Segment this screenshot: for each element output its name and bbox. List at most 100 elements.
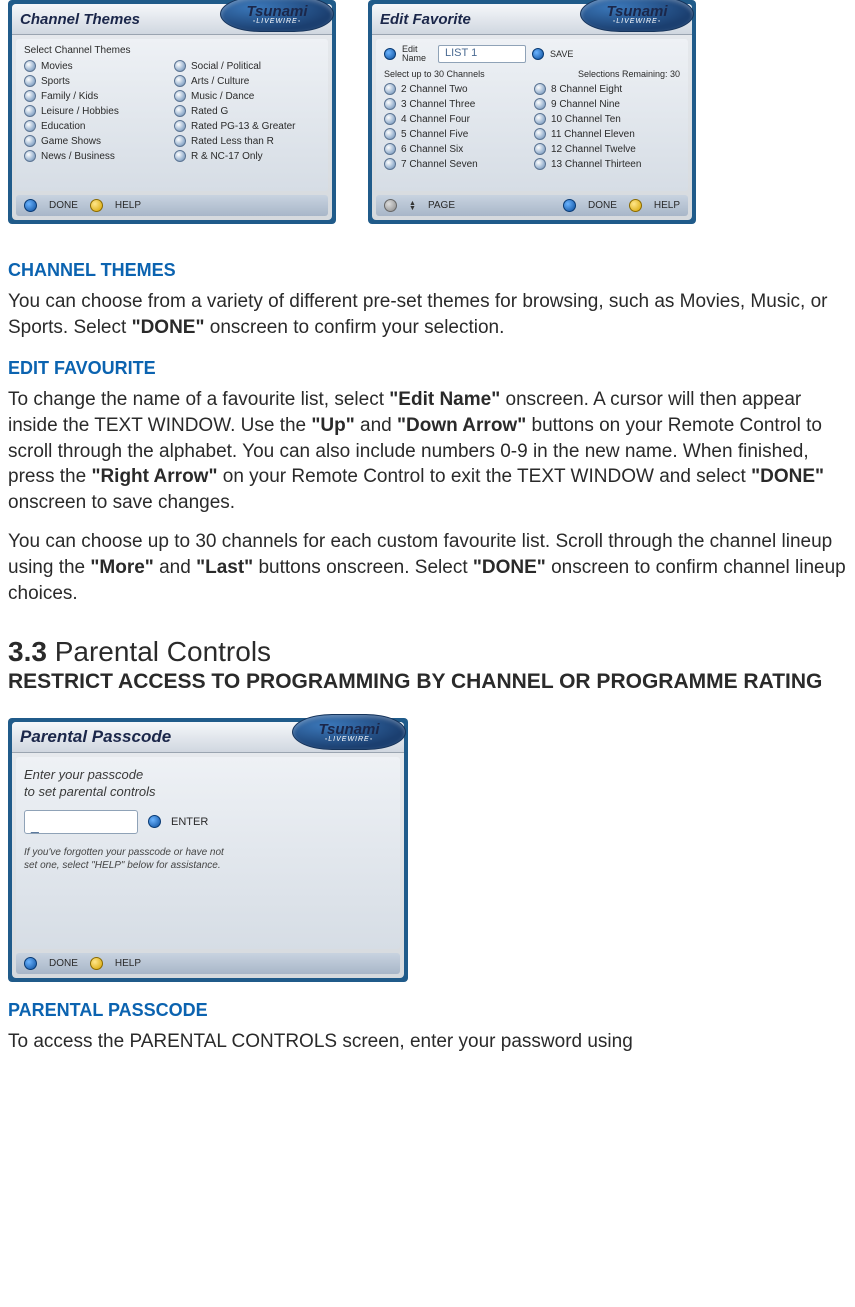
theme-option[interactable]: R & NC-17 Only — [174, 150, 320, 162]
done-button[interactable]: DONE — [49, 200, 78, 211]
radio-icon — [174, 60, 186, 72]
selections-remaining: Selections Remaining: 30 — [578, 69, 680, 79]
panel-footer: ▲▼ PAGE DONE HELP — [376, 195, 688, 216]
brand-logo: Tsunami ◦LIVEWIRE◦ — [292, 714, 406, 750]
enter-icon — [148, 815, 161, 828]
done-icon — [24, 199, 37, 212]
radio-icon — [24, 75, 36, 87]
select-instruction: Select up to 30 Channels — [384, 69, 485, 79]
heading-parental-passcode: PARENTAL PASSCODE — [8, 1000, 847, 1021]
done-icon — [24, 957, 37, 970]
theme-option[interactable]: Sports — [24, 75, 170, 87]
help-button[interactable]: HELP — [654, 200, 680, 211]
panel-title-bar: Parental Passcode Tsunami ◦LIVEWIRE◦ — [12, 722, 404, 753]
channel-option[interactable]: 3 Channel Three — [384, 98, 530, 110]
forgot-note: If you've forgotten your passcode or hav… — [24, 846, 392, 872]
radio-icon — [174, 105, 186, 117]
radio-icon — [24, 90, 36, 102]
theme-option[interactable]: Education — [24, 120, 170, 132]
panel-footer: DONE HELP — [16, 953, 400, 974]
radio-icon — [24, 60, 36, 72]
parental-passcode-panel: Parental Passcode Tsunami ◦LIVEWIRE◦ Ent… — [8, 718, 408, 982]
radio-icon — [174, 75, 186, 87]
channel-option[interactable]: 13 Channel Thirteen — [534, 158, 680, 170]
radio-icon — [384, 128, 396, 140]
radio-icon — [384, 113, 396, 125]
panel-title: Parental Passcode — [20, 727, 171, 747]
page-button[interactable]: PAGE — [428, 200, 455, 211]
edit-favorite-panel: Edit Favorite Tsunami ◦LIVEWIRE◦ Edit Na… — [368, 0, 696, 224]
panel-row: Channel Themes Tsunami ◦LIVEWIRE◦ Select… — [8, 0, 847, 224]
theme-option[interactable]: Social / Political — [174, 60, 320, 72]
help-icon — [90, 957, 103, 970]
channel-option[interactable]: 6 Channel Six — [384, 143, 530, 155]
radio-icon — [24, 120, 36, 132]
paragraph: You can choose from a variety of differe… — [8, 289, 847, 340]
radio-icon — [384, 143, 396, 155]
radio-icon — [534, 143, 546, 155]
panel-content: Edit Name LIST 1 SAVE Select up to 30 Ch… — [376, 39, 688, 191]
done-button[interactable]: DONE — [49, 958, 78, 969]
enter-button[interactable]: ENTER — [171, 816, 208, 828]
theme-option[interactable]: Movies — [24, 60, 170, 72]
section-heading: 3.3 Parental Controls — [8, 636, 847, 668]
channel-option[interactable]: 7 Channel Seven — [384, 158, 530, 170]
theme-option[interactable]: Music / Dance — [174, 90, 320, 102]
edit-name-label[interactable]: Edit Name — [402, 45, 432, 63]
panel-content: Enter your passcode to set parental cont… — [16, 757, 400, 949]
channel-option[interactable]: 9 Channel Nine — [534, 98, 680, 110]
channel-option[interactable]: 10 Channel Ten — [534, 113, 680, 125]
theme-option[interactable]: Rated G — [174, 105, 320, 117]
heading-channel-themes: CHANNEL THEMES — [8, 260, 847, 281]
heading-edit-favourite: EDIT FAVOURITE — [8, 358, 847, 379]
theme-option[interactable]: Leisure / Hobbies — [24, 105, 170, 117]
brand-logo: Tsunami ◦LIVEWIRE◦ — [580, 0, 694, 32]
panel-title: Edit Favorite — [380, 11, 471, 28]
section-label: Select Channel Themes — [24, 45, 320, 56]
radio-icon — [174, 120, 186, 132]
panel-title-bar: Channel Themes Tsunami ◦LIVEWIRE◦ — [12, 4, 332, 35]
help-button[interactable]: HELP — [115, 958, 141, 969]
channel-option[interactable]: 2 Channel Two — [384, 83, 530, 95]
paragraph: To access the PARENTAL CONTROLS screen, … — [8, 1029, 847, 1055]
list-name-input[interactable]: LIST 1 — [438, 45, 526, 63]
channel-option[interactable]: 12 Channel Twelve — [534, 143, 680, 155]
radio-icon — [534, 158, 546, 170]
help-icon — [90, 199, 103, 212]
panel-title: Channel Themes — [20, 11, 140, 28]
edit-name-icon — [384, 48, 396, 60]
radio-icon — [534, 128, 546, 140]
channel-option[interactable]: 8 Channel Eight — [534, 83, 680, 95]
radio-icon — [174, 135, 186, 147]
radio-icon — [534, 83, 546, 95]
done-icon — [563, 199, 576, 212]
help-button[interactable]: HELP — [115, 200, 141, 211]
passcode-input[interactable]: _ — [24, 810, 138, 834]
done-button[interactable]: DONE — [588, 200, 617, 211]
brand-logo: Tsunami ◦LIVEWIRE◦ — [220, 0, 334, 32]
theme-option[interactable]: Arts / Culture — [174, 75, 320, 87]
save-icon — [532, 48, 544, 60]
radio-icon — [534, 113, 546, 125]
theme-option[interactable]: News / Business — [24, 150, 170, 162]
channel-themes-panel: Channel Themes Tsunami ◦LIVEWIRE◦ Select… — [8, 0, 336, 224]
panel-title-bar: Edit Favorite Tsunami ◦LIVEWIRE◦ — [372, 4, 692, 35]
theme-option[interactable]: Game Shows — [24, 135, 170, 147]
radio-icon — [24, 150, 36, 162]
theme-option[interactable]: Family / Kids — [24, 90, 170, 102]
save-button[interactable]: SAVE — [550, 49, 573, 59]
page-icon — [384, 199, 397, 212]
passcode-prompt: Enter your passcode to set parental cont… — [24, 767, 392, 800]
channel-option[interactable]: 5 Channel Five — [384, 128, 530, 140]
theme-option[interactable]: Rated PG-13 & Greater — [174, 120, 320, 132]
paragraph: You can choose up to 30 channels for eac… — [8, 529, 847, 606]
channel-option[interactable]: 4 Channel Four — [384, 113, 530, 125]
paragraph: To change the name of a favourite list, … — [8, 387, 847, 515]
panel-footer: DONE HELP — [16, 195, 328, 216]
help-icon — [629, 199, 642, 212]
channel-option[interactable]: 11 Channel Eleven — [534, 128, 680, 140]
theme-option[interactable]: Rated Less than R — [174, 135, 320, 147]
panel-content: Select Channel Themes Movies Sports Fami… — [16, 39, 328, 191]
radio-icon — [384, 98, 396, 110]
radio-icon — [384, 158, 396, 170]
